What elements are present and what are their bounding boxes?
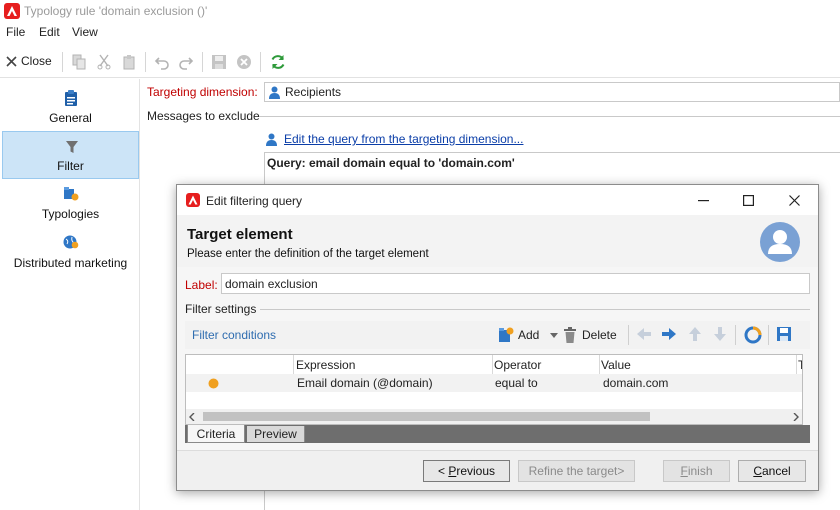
close-button[interactable]: Close [4, 54, 54, 70]
cancel-button[interactable]: Cancel [738, 460, 806, 482]
cancel-icon[interactable] [236, 54, 252, 70]
chevron-down-icon [550, 333, 558, 338]
dialog-title: Edit filtering query [206, 194, 303, 208]
conditions-table: Expression Operator Value Ta Email domai… [185, 354, 803, 425]
targeting-dimension-value: Recipients [285, 85, 342, 99]
scrollbar-thumb[interactable] [203, 412, 650, 421]
save-icon[interactable] [211, 54, 227, 70]
add-condition-icon [499, 327, 514, 342]
nav-item-general[interactable]: General [2, 82, 139, 130]
table-row[interactable]: Email domain (@domain) equal to domain.c… [186, 374, 802, 392]
scroll-right-icon[interactable] [793, 413, 799, 421]
filter-conditions-toolbar: Filter conditions Add Delete [185, 321, 810, 349]
label-caption: Label: [185, 278, 218, 292]
refine-target-button[interactable]: Refine the target> [518, 460, 635, 482]
paste-icon[interactable] [121, 54, 137, 70]
user-avatar-icon [760, 222, 800, 262]
edit-query-link[interactable]: Edit the query from the targeting dimens… [284, 132, 523, 146]
add-label: Add [518, 328, 540, 342]
toolbar: Close [0, 46, 840, 78]
delete-button[interactable]: Delete [563, 326, 623, 344]
window-titlebar: Typology rule 'domain exclusion ()' [0, 0, 840, 24]
recipient-icon [269, 86, 280, 99]
tab-preview-label: Preview [254, 427, 297, 441]
trash-icon [564, 327, 576, 343]
status-dot-icon [208, 378, 219, 389]
undo-icon[interactable] [154, 54, 170, 70]
table-header: Expression Operator Value Ta [186, 355, 802, 374]
column-operator[interactable]: Operator [494, 358, 541, 372]
messages-to-exclude-label: Messages to exclude [147, 109, 260, 123]
filter-icon [66, 141, 78, 153]
filter-settings-divider [260, 309, 810, 310]
targeting-dimension-label: Targeting dimension: [147, 85, 258, 99]
nav-label-filter: Filter [57, 159, 84, 173]
menu-file[interactable]: File [6, 25, 25, 39]
dialog-header: Target element Please enter the definiti… [177, 215, 818, 267]
nav-label-distributed-marketing: Distributed marketing [13, 256, 128, 270]
add-button[interactable]: Add [498, 326, 562, 344]
scroll-left-icon[interactable] [189, 413, 195, 421]
dialog-app-icon [186, 193, 200, 207]
nav-item-filter[interactable]: Filter [2, 131, 139, 179]
arrow-up-icon[interactable] [688, 326, 702, 342]
cut-icon[interactable] [96, 54, 112, 70]
horizontal-scrollbar[interactable] [186, 409, 802, 424]
refresh-icon[interactable] [269, 53, 287, 71]
delete-label: Delete [582, 328, 617, 342]
arrow-right-icon[interactable] [661, 327, 677, 341]
maximize-icon[interactable] [743, 195, 754, 206]
globe-icon [63, 235, 79, 249]
cell-value: domain.com [603, 376, 669, 390]
column-ta[interactable]: Ta [798, 358, 802, 372]
filter-conditions-label: Filter conditions [192, 328, 277, 342]
cell-operator: equal to [495, 376, 538, 390]
menubar: File Edit View [0, 24, 840, 42]
nav-label-general: General [49, 111, 92, 125]
finish-button[interactable]: Finish [663, 460, 730, 482]
label-input[interactable]: domain exclusion [221, 273, 810, 294]
save-filter-icon[interactable] [776, 326, 792, 342]
recipient-icon [266, 133, 277, 146]
nav-item-distributed-marketing[interactable]: Distributed marketing [2, 229, 139, 277]
dialog-titlebar: Edit filtering query [177, 185, 818, 215]
dialog-close-icon[interactable] [789, 195, 800, 206]
column-value[interactable]: Value [601, 358, 631, 372]
tab-strip: Criteria Preview [185, 425, 810, 443]
label-input-value: domain exclusion [225, 277, 318, 291]
arrow-left-icon[interactable] [636, 327, 652, 341]
cell-expression: Email domain (@domain) [297, 376, 433, 390]
tab-preview[interactable]: Preview [247, 426, 305, 442]
close-icon [6, 56, 17, 67]
window-title: Typology rule 'domain exclusion ()' [24, 4, 208, 18]
targeting-dimension-field[interactable]: Recipients [264, 82, 840, 102]
copy-icon[interactable] [71, 54, 87, 70]
left-nav: General Filter Typologies Distributed ma… [0, 79, 140, 510]
dialog-footer: < Previous Refine the target> Finish Can… [177, 450, 818, 490]
clipboard-icon [65, 90, 77, 106]
close-label: Close [21, 54, 52, 68]
column-expression[interactable]: Expression [296, 358, 355, 372]
menu-edit[interactable]: Edit [39, 25, 60, 39]
menu-view[interactable]: View [72, 25, 98, 39]
redo-icon[interactable] [178, 54, 194, 70]
tab-criteria[interactable]: Criteria [187, 425, 245, 443]
app-logo-icon [4, 3, 20, 19]
arrow-down-icon[interactable] [713, 326, 727, 342]
typology-icon [64, 187, 79, 201]
dialog-heading: Target element [187, 226, 293, 243]
nav-label-typologies: Typologies [41, 207, 100, 221]
previous-button[interactable]: < Previous [423, 460, 510, 482]
filter-settings-label: Filter settings [185, 302, 257, 316]
nav-item-typologies[interactable]: Typologies [2, 180, 139, 228]
dialog-body: Label: domain exclusion Filter settings … [177, 267, 818, 490]
tab-criteria-label: Criteria [196, 427, 236, 441]
query-text: Query: email domain equal to 'domain.com… [267, 156, 515, 170]
edit-filtering-query-dialog: Edit filtering query Target element Plea… [176, 184, 819, 491]
section-divider [259, 116, 840, 117]
minimize-icon[interactable] [698, 200, 709, 202]
distribution-icon[interactable] [744, 326, 762, 344]
dialog-subheading: Please enter the definition of the targe… [187, 248, 429, 260]
